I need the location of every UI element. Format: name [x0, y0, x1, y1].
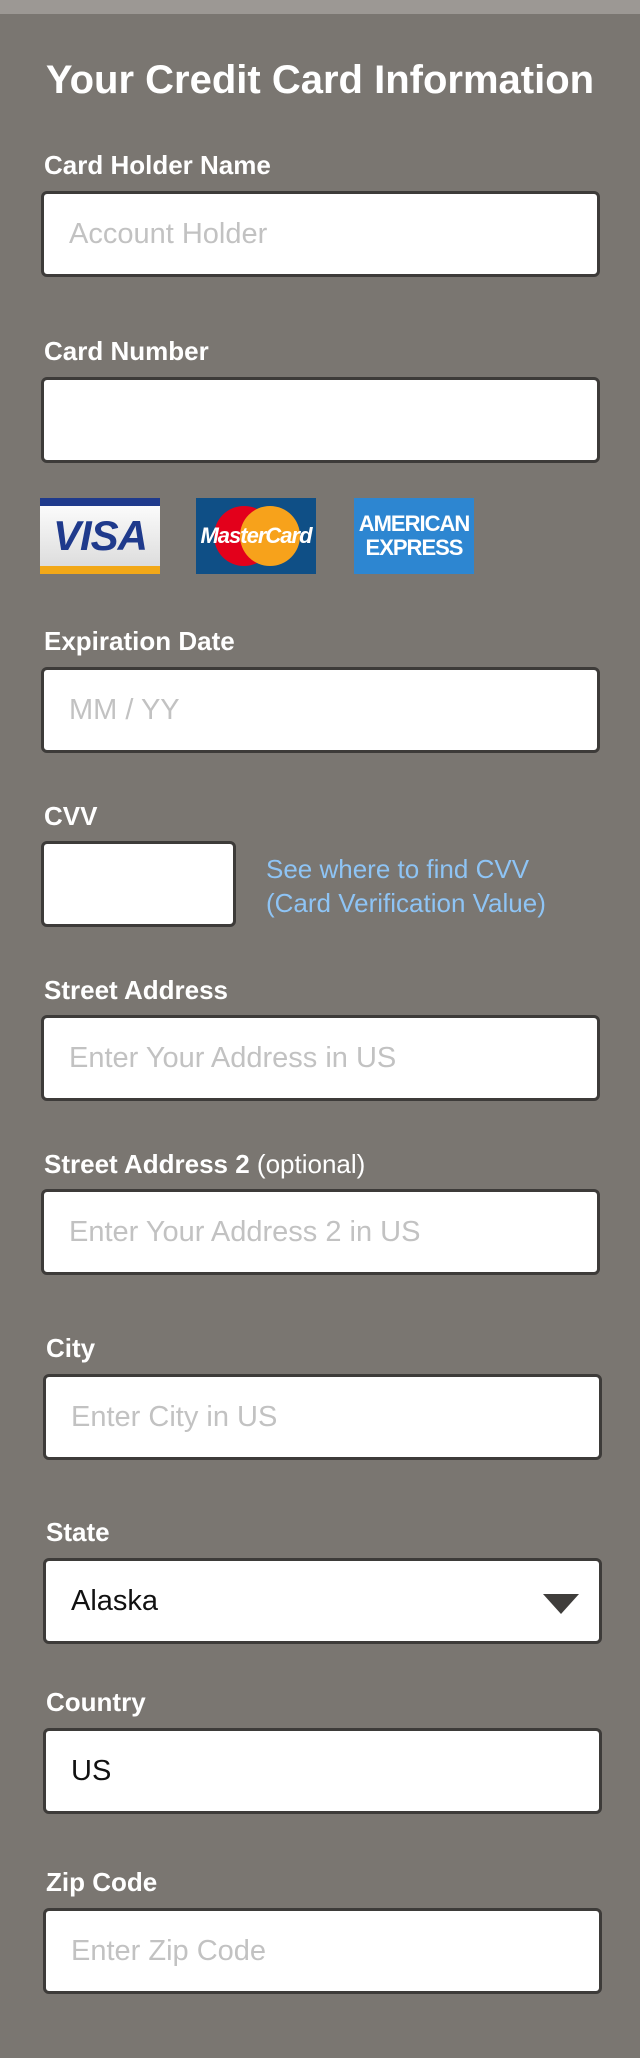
optional-hint: (optional) — [256, 1149, 366, 1179]
street-address-2-field — [41, 1189, 600, 1275]
country-label: Country — [46, 1687, 146, 1717]
amex-logo-line2: EXPRESS — [365, 535, 464, 560]
visa-bottom-stripe — [40, 566, 160, 574]
city-label: City — [46, 1333, 96, 1363]
top-bar — [0, 0, 640, 14]
cvv-field — [41, 841, 236, 927]
state-label: State — [46, 1517, 110, 1547]
card-holder-field — [41, 191, 600, 277]
zip-code-input[interactable] — [46, 1911, 599, 1991]
street-address-2-label: Street Address 2 (optional) — [44, 1149, 365, 1179]
street-address-input[interactable] — [44, 1018, 597, 1098]
street-address-2-input[interactable] — [44, 1192, 597, 1272]
mastercard-logo-text: MasterCard — [200, 523, 312, 548]
country-field — [43, 1728, 602, 1814]
street-address-2-label-text: Street Address 2 — [44, 1149, 250, 1179]
mastercard-logo: MasterCard — [196, 498, 316, 574]
zip-code-field — [43, 1908, 602, 1994]
expiration-input[interactable] — [44, 670, 597, 750]
cvv-label: CVV — [44, 801, 98, 831]
cvv-help-link-line1: See where to find CVV — [266, 854, 530, 884]
street-address-label: Street Address — [44, 975, 228, 1005]
page-title: Your Credit Card Information — [45, 58, 595, 102]
cvv-help-link-line2: (Card Verification Value) — [266, 888, 546, 918]
american-express-logo: AMERICAN EXPRESS — [354, 498, 474, 574]
visa-logo-text: VISA — [52, 512, 148, 559]
expiration-label: Expiration Date — [44, 626, 235, 656]
card-number-input[interactable] — [44, 380, 597, 460]
state-select[interactable]: Alaska — [43, 1558, 602, 1644]
cvv-help-link[interactable]: See where to find CVV (Card Verification… — [266, 852, 546, 920]
zip-code-label: Zip Code — [46, 1867, 158, 1897]
card-number-field — [41, 377, 600, 463]
card-number-label: Card Number — [44, 336, 209, 366]
card-holder-input[interactable] — [44, 194, 597, 274]
expiration-field — [41, 667, 600, 753]
visa-logo: VISA — [40, 498, 160, 574]
city-field — [43, 1374, 602, 1460]
street-address-field — [41, 1015, 600, 1101]
city-input[interactable] — [46, 1377, 599, 1457]
dropdown-arrow-icon — [543, 1594, 579, 1614]
country-input[interactable] — [46, 1731, 599, 1811]
state-selected-value: Alaska — [71, 1585, 159, 1617]
card-holder-label: Card Holder Name — [44, 150, 271, 180]
cvv-input[interactable] — [44, 844, 233, 924]
amex-logo-line1: AMERICAN — [358, 511, 471, 536]
